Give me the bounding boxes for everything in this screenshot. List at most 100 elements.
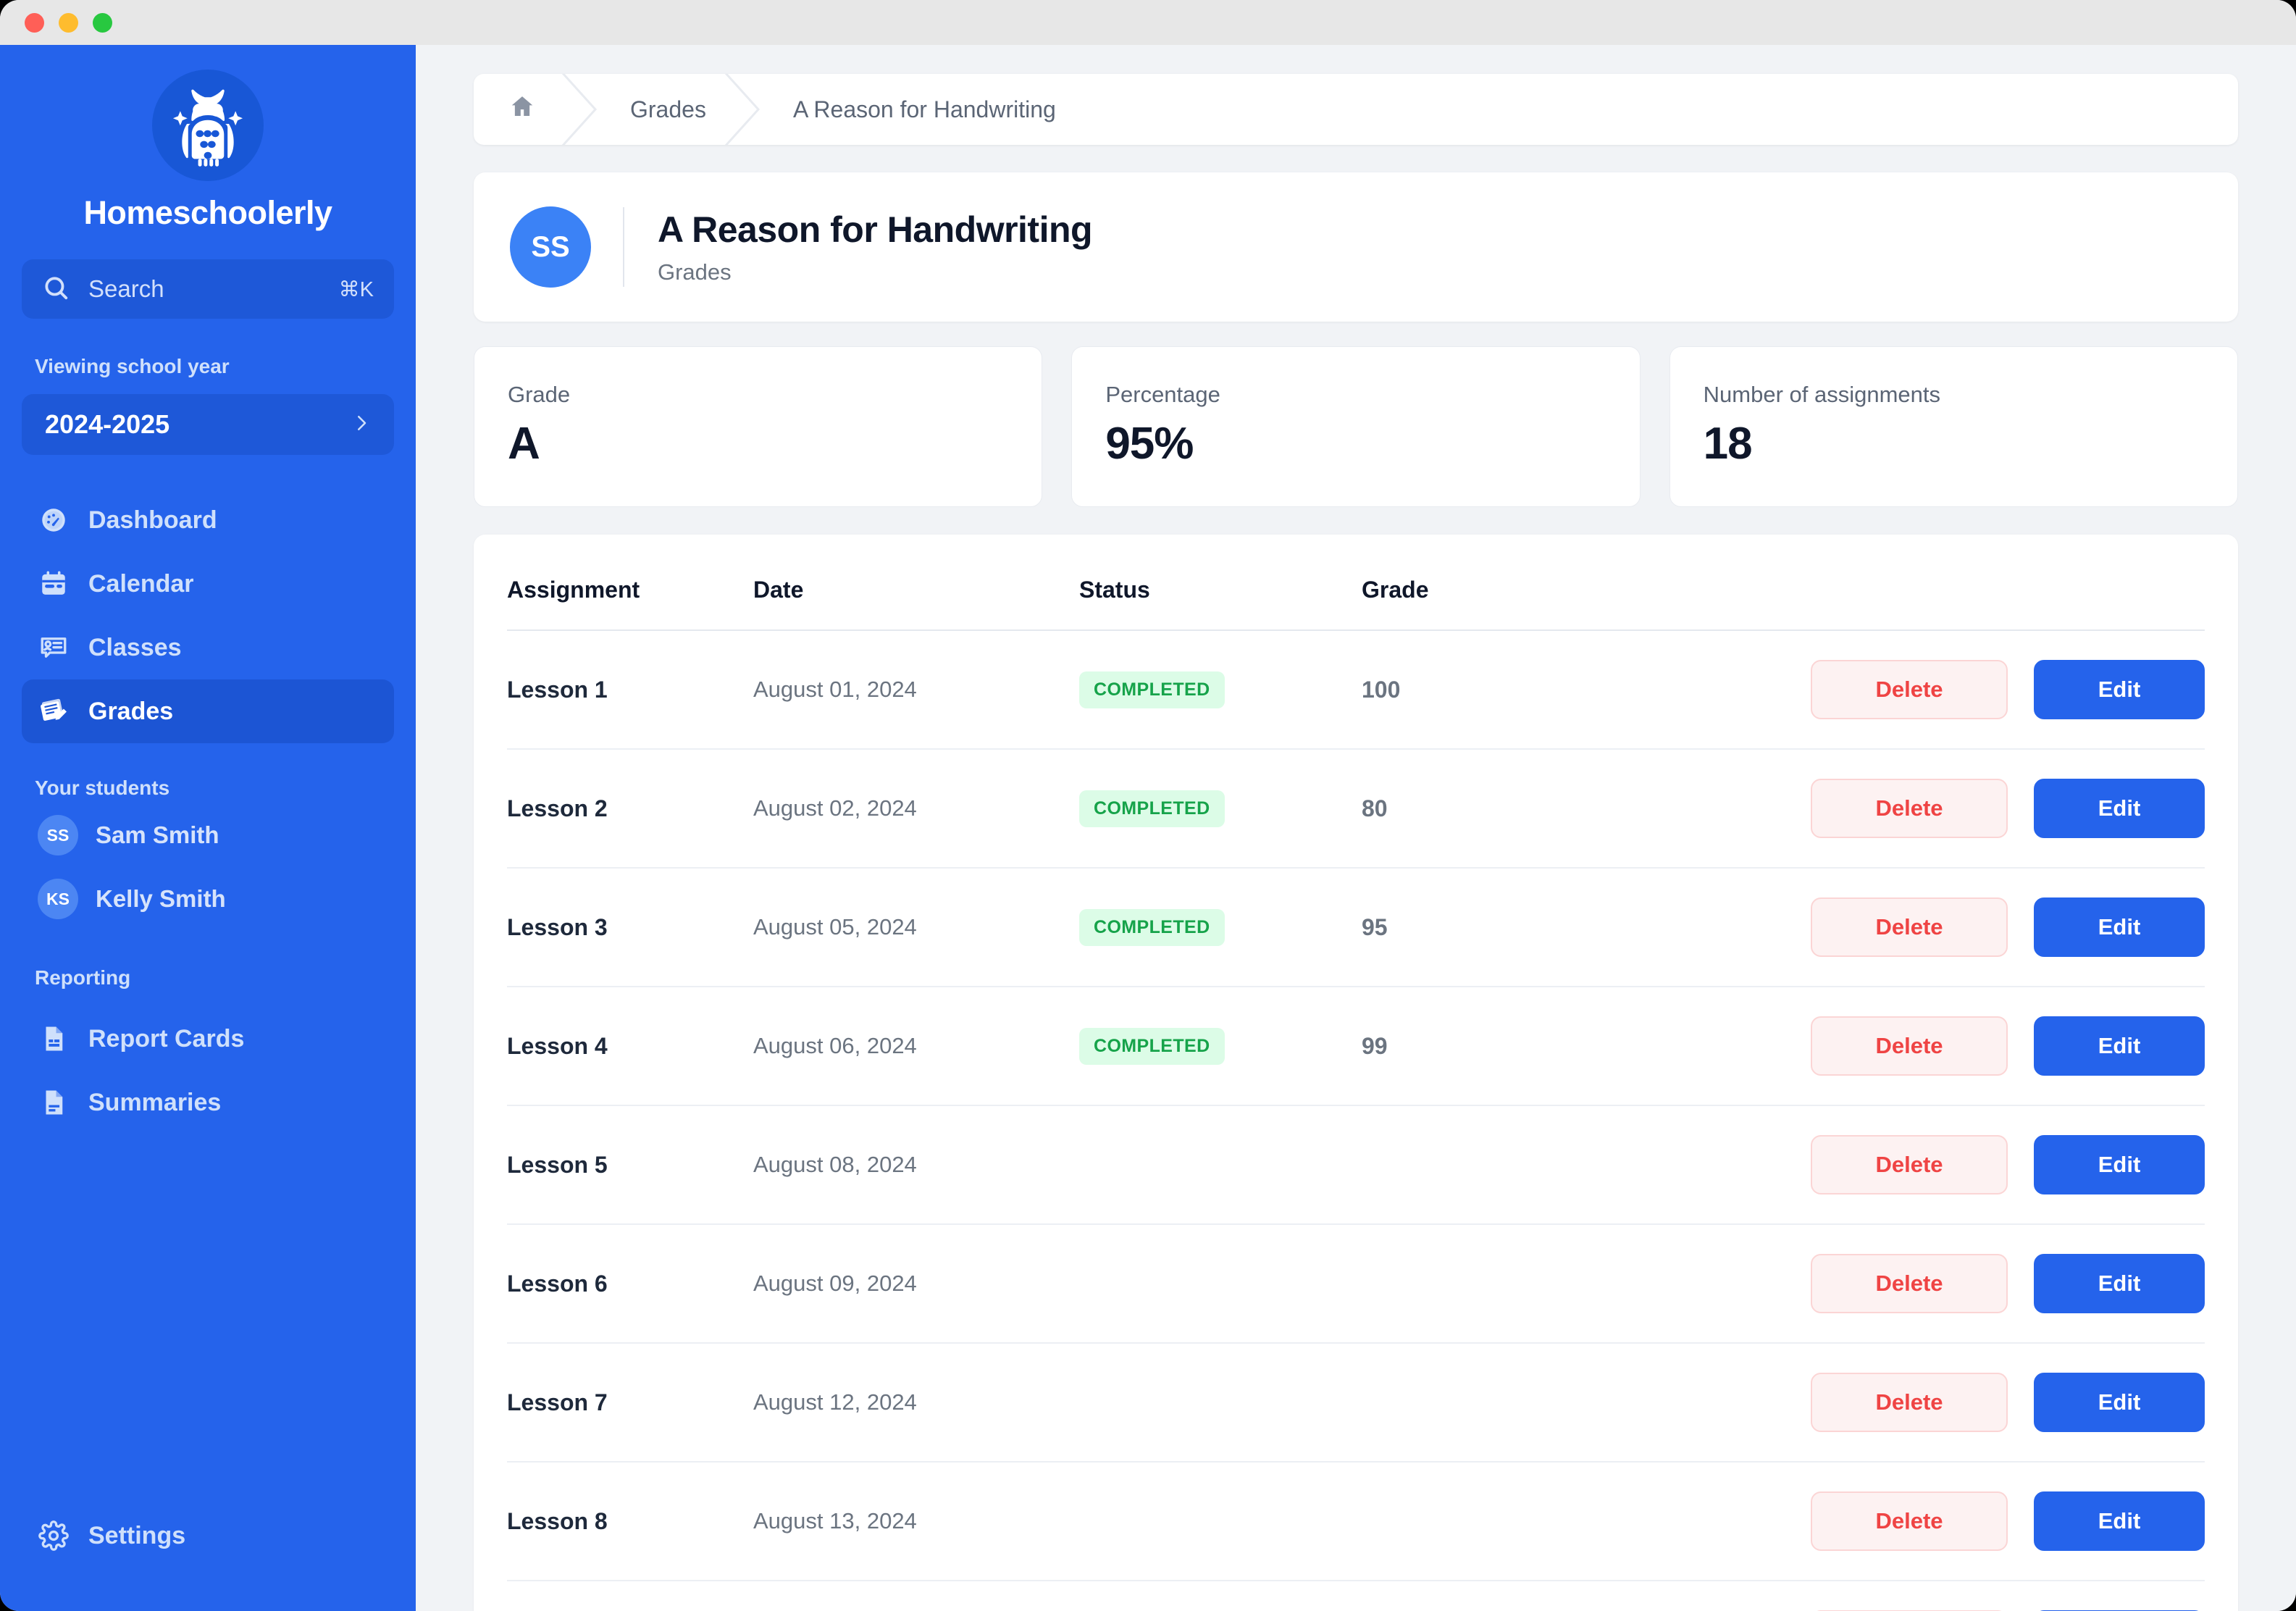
stat-card-number-of-assignments: Number of assignments 18: [1669, 346, 2238, 507]
breadcrumb-separator-icon: [561, 74, 606, 145]
cell-status: COMPLETED: [1079, 868, 1362, 987]
cell-status: COMPLETED: [1079, 749, 1362, 869]
delete-button[interactable]: Delete: [1811, 897, 2008, 957]
edit-button[interactable]: Edit: [2034, 1016, 2205, 1076]
stat-label: Number of assignments: [1703, 382, 1941, 407]
column-header-assignment: Assignment: [507, 577, 753, 631]
assignments-table: Assignment Date Status Grade Lesson 1 Aug…: [507, 577, 2205, 1611]
chevron-right-icon: [351, 412, 372, 438]
stat-value: 95%: [1105, 419, 1194, 469]
maximize-window-button[interactable]: [93, 12, 112, 33]
cell-assignment: Lesson 1: [507, 630, 753, 750]
cell-grade: [1362, 1581, 1767, 1611]
cell-date: August 09, 2024: [753, 1224, 1079, 1344]
delete-button[interactable]: Delete: [1811, 1491, 2008, 1551]
app-window: Homeschoolerly Search ⌘K Viewing school …: [0, 0, 2296, 1611]
sidebar-student-kelly-smith[interactable]: KS Kelly Smith: [22, 871, 394, 927]
delete-button[interactable]: Delete: [1811, 779, 2008, 838]
cell-grade: 100: [1362, 630, 1767, 750]
delete-button[interactable]: Delete: [1811, 660, 2008, 719]
search-shortcut-hint: ⌘K: [338, 277, 374, 301]
delete-button[interactable]: Delete: [1811, 1135, 2008, 1194]
table-row: Lesson 1 August 01, 2024 COMPLETED 100 Delet…: [507, 630, 2205, 750]
cell-actions: Delete Edit: [1767, 1462, 2205, 1581]
student-name: Kelly Smith: [96, 885, 226, 912]
stat-cards: Grade A Percentage 95% Number of assignm…: [474, 346, 2238, 507]
column-header-date: Date: [753, 577, 1079, 631]
sidebar-item-label: Settings: [88, 1521, 186, 1549]
cell-status: COMPLETED: [1079, 630, 1362, 750]
table-header-row: Assignment Date Status Grade: [507, 577, 2205, 631]
stat-card-percentage: Percentage 95%: [1071, 346, 1641, 507]
close-window-button[interactable]: [25, 12, 44, 33]
edit-button[interactable]: Edit: [2034, 1491, 2205, 1551]
cell-status: COMPLETED: [1079, 987, 1362, 1106]
main-content: Grades A Reason for Handwriting SS A Rea…: [416, 45, 2296, 1611]
cell-grade: 95: [1362, 868, 1767, 987]
sidebar-item-label: Summaries: [88, 1088, 222, 1116]
delete-button[interactable]: Delete: [1811, 1254, 2008, 1313]
cell-actions: Delete Edit: [1767, 630, 2205, 750]
cell-actions: Delete Edit: [1767, 868, 2205, 987]
school-year-value: 2024-2025: [45, 409, 170, 439]
sidebar-item-summaries[interactable]: Summaries: [22, 1071, 394, 1134]
sidebar-item-label: Grades: [88, 697, 174, 725]
stat-value: 18: [1703, 419, 1753, 469]
classes-board-icon: [38, 632, 70, 664]
cell-assignment: Lesson 6: [507, 1224, 753, 1344]
sidebar-item-report-cards[interactable]: Report Cards: [22, 1007, 394, 1071]
sidebar-item-label: Classes: [88, 633, 182, 661]
sidebar-item-classes[interactable]: Classes: [22, 616, 394, 679]
grades-notes-icon: [38, 695, 70, 727]
sidebar: Homeschoolerly Search ⌘K Viewing school …: [0, 45, 416, 1611]
status-badge: COMPLETED: [1079, 1027, 1225, 1065]
cell-assignment: Lesson 7: [507, 1343, 753, 1463]
cell-actions: Delete Edit: [1767, 987, 2205, 1106]
sidebar-student-sam-smith[interactable]: SS Sam Smith: [22, 807, 394, 863]
cell-assignment: Lesson 2: [507, 749, 753, 869]
student-name: Sam Smith: [96, 821, 219, 848]
table-row: Lesson 7 August 12, 2024 Delete Edit: [507, 1343, 2205, 1463]
cell-grade: 99: [1362, 987, 1767, 1106]
table-row: Leson 9August 15, 2024 DeleteEdit: [507, 1581, 2205, 1611]
cell-date: August 08, 2024: [753, 1105, 1079, 1225]
home-icon: [508, 93, 536, 126]
table-body: Lesson 1 August 01, 2024 COMPLETED 100 Delet…: [507, 630, 2205, 1611]
search-input[interactable]: Search ⌘K: [22, 259, 394, 319]
report-card-document-icon: [38, 1023, 70, 1055]
edit-button[interactable]: Edit: [2034, 1373, 2205, 1432]
edit-button[interactable]: Edit: [2034, 1254, 2205, 1313]
sidebar-item-dashboard[interactable]: Dashboard: [22, 488, 394, 552]
breadcrumb-item-grades[interactable]: Grades: [606, 74, 731, 145]
delete-button[interactable]: Delete: [1811, 1373, 2008, 1432]
status-badge: COMPLETED: [1079, 671, 1225, 708]
breadcrumb-item-current[interactable]: A Reason for Handwriting: [768, 74, 1081, 145]
students-section-label: Your students: [35, 777, 170, 799]
sidebar-item-settings[interactable]: Settings: [22, 1504, 394, 1568]
sidebar-item-grades[interactable]: Grades: [22, 679, 394, 743]
sidebar-item-calendar[interactable]: Calendar: [22, 552, 394, 616]
column-header-status: Status: [1079, 577, 1362, 631]
breadcrumb-home[interactable]: [474, 74, 568, 145]
gear-icon: [38, 1520, 70, 1552]
edit-button[interactable]: Edit: [2034, 779, 2205, 838]
edit-button[interactable]: Edit: [2034, 897, 2205, 957]
edit-button[interactable]: Edit: [2034, 660, 2205, 719]
school-year-section-label: Viewing school year: [35, 355, 230, 377]
page-title: A Reason for Handwriting: [658, 209, 1093, 250]
brand: Homeschoolerly: [0, 45, 416, 232]
cell-date: August 06, 2024: [753, 987, 1079, 1106]
cell-date: August 02, 2024: [753, 749, 1079, 869]
cell-grade: [1362, 1343, 1767, 1463]
breadcrumb-separator-icon: [724, 74, 768, 145]
stat-card-grade: Grade A: [474, 346, 1043, 507]
edit-button[interactable]: Edit: [2034, 1135, 2205, 1194]
delete-button[interactable]: Delete: [1811, 1016, 2008, 1076]
stat-label: Grade: [508, 382, 571, 407]
minimize-window-button[interactable]: [59, 12, 78, 33]
cell-status: [1079, 1105, 1362, 1225]
cell-grade: [1362, 1224, 1767, 1344]
assignments-table-card: Assignment Date Status Grade Lesson 1 Aug…: [474, 535, 2238, 1611]
column-header-grade: Grade: [1362, 577, 1767, 631]
school-year-selector[interactable]: 2024-2025: [22, 394, 394, 455]
